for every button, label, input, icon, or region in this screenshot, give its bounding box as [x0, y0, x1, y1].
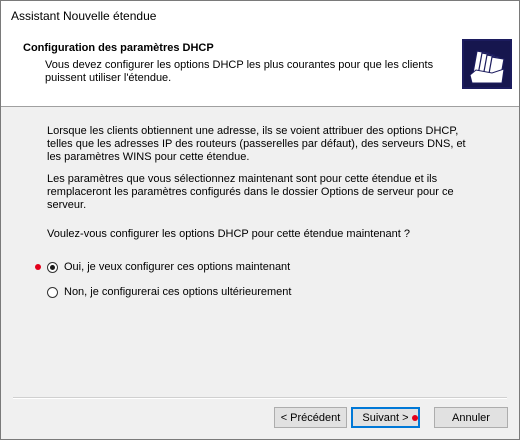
- footer-divider: [13, 397, 507, 399]
- question-text: Voulez-vous configurer les options DHCP …: [47, 228, 411, 240]
- radio-button-checked[interactable]: [47, 261, 58, 273]
- radio-button-unchecked[interactable]: [47, 286, 58, 298]
- previous-button[interactable]: < Précédent: [274, 407, 347, 428]
- folder-documents-icon: [462, 39, 512, 89]
- header-title: Configuration des paramètres DHCP: [23, 42, 214, 54]
- cancel-button[interactable]: Annuler: [434, 407, 508, 428]
- red-marker-dot: [412, 415, 418, 421]
- radio-label-no: Non, je configurerai ces options ultérie…: [64, 286, 292, 298]
- radio-option-yes[interactable]: Oui, je veux configurer ces options main…: [47, 260, 290, 274]
- radio-label-yes: Oui, je veux configurer ces options main…: [64, 261, 291, 273]
- window-title: Assistant Nouvelle étendue: [11, 9, 157, 23]
- header-subtitle: Vous devez configurer les options DHCP l…: [45, 59, 434, 84]
- wizard-window: Assistant Nouvelle étendue Configuration…: [0, 0, 520, 440]
- info-paragraph-1: Lorsque les clients obtiennent une adres…: [47, 125, 466, 163]
- red-marker-dot: [35, 264, 41, 270]
- info-paragraph-2: Les paramètres que vous sélectionnez mai…: [47, 173, 454, 211]
- wizard-header: Configuration des paramètres DHCP Vous d…: [1, 31, 519, 107]
- next-button[interactable]: Suivant >: [351, 407, 420, 428]
- title-bar: Assistant Nouvelle étendue: [1, 1, 519, 32]
- radio-option-no[interactable]: Non, je configurerai ces options ultérie…: [47, 285, 291, 299]
